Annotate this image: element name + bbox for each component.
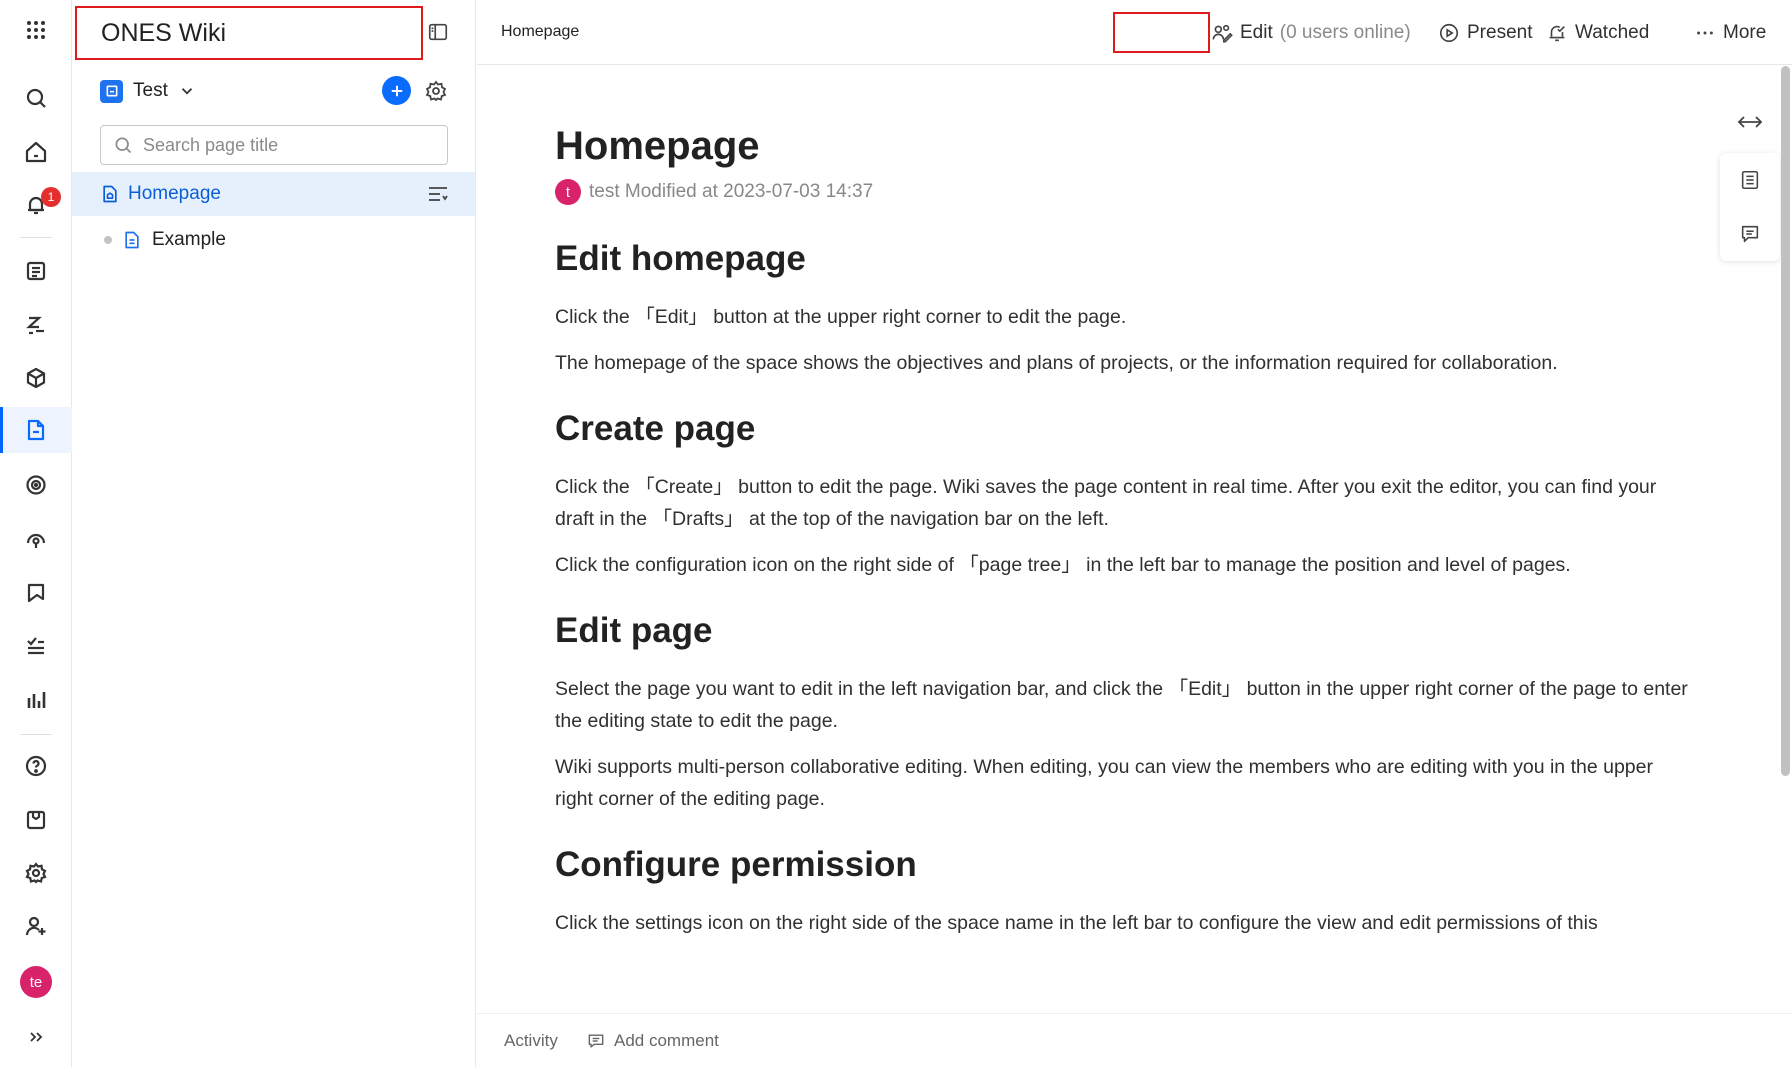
pipeline-icon[interactable] — [0, 570, 72, 616]
breadcrumb[interactable]: Homepage — [501, 23, 579, 41]
more-button[interactable]: More — [1694, 19, 1766, 47]
apps-grid-icon[interactable] — [0, 7, 72, 53]
paragraph: Click the 「Edit」 button at the upper rig… — [555, 306, 1127, 328]
comment-icon — [588, 1034, 604, 1048]
edit-label: Edit — [1240, 22, 1273, 43]
section-heading: Create page — [555, 409, 756, 448]
space-name: Test — [133, 80, 168, 101]
help-icon[interactable] — [0, 743, 72, 789]
project-icon[interactable] — [0, 248, 72, 294]
paragraph: Click the 「Create」 button to edit the pa… — [555, 476, 1657, 530]
collaborators-icon — [1212, 24, 1233, 43]
document-icon — [125, 231, 139, 249]
search-input[interactable] — [143, 134, 423, 156]
bell-icon[interactable]: 1 — [0, 182, 72, 228]
comments-icon[interactable] — [1739, 223, 1761, 245]
online-users-text: (0 users online) — [1279, 22, 1411, 43]
section-heading: Edit homepage — [555, 239, 806, 278]
checklist-icon[interactable] — [0, 623, 72, 669]
present-button[interactable]: Present — [1438, 19, 1532, 47]
highlight-box — [1113, 12, 1210, 53]
paragraph: Click the configuration icon on the righ… — [555, 554, 1571, 576]
wiki-icon[interactable] — [0, 407, 72, 453]
avatar: te — [20, 966, 52, 998]
modified-text: test Modified at 2023-07-03 14:37 — [589, 181, 874, 202]
play-icon — [1439, 23, 1459, 43]
add-comment-button[interactable]: Add comment — [586, 1031, 719, 1051]
tree-bullet — [104, 236, 112, 244]
more-label: More — [1723, 22, 1767, 43]
side-toolbar — [1720, 153, 1780, 261]
app-title: ONES Wiki — [75, 6, 423, 60]
expand-width-icon[interactable] — [1735, 110, 1765, 134]
watch-bell-icon — [1549, 25, 1565, 42]
rocket-icon[interactable] — [0, 516, 72, 562]
expand-icon[interactable] — [0, 1014, 72, 1060]
paragraph: Click the settings icon on the right sid… — [555, 912, 1598, 934]
table-of-contents-icon[interactable] — [1739, 169, 1761, 191]
page-meta: t test Modified at 2023-07-03 14:37 — [555, 179, 1695, 205]
content-scrollbar[interactable] — [1781, 66, 1790, 776]
doc-section: Edit page Select the page you want to ed… — [555, 611, 1695, 815]
doc-section: Edit homepage Click the 「Edit」 button at… — [555, 239, 1695, 379]
section-heading: Configure permission — [555, 845, 917, 884]
page-header: Homepage Edit (0 users online) Present W… — [477, 0, 1792, 65]
home-icon[interactable] — [0, 129, 72, 175]
author-avatar[interactable]: t — [555, 179, 581, 205]
paragraph: Wiki supports multi-person collaborative… — [555, 756, 1653, 810]
wiki-sidebar: ONES Wiki Test Homepage Example — [72, 0, 476, 1067]
doc-section: Configure permission Click the settings … — [555, 845, 1695, 939]
add-page-button[interactable] — [382, 76, 411, 105]
user-avatar[interactable]: te — [0, 959, 72, 1005]
watch-button[interactable]: Watched — [1546, 19, 1649, 47]
add-user-icon[interactable] — [0, 903, 72, 949]
inbox-icon[interactable] — [0, 797, 72, 843]
activity-tab[interactable]: Activity — [504, 1031, 558, 1051]
rail-divider — [20, 734, 52, 735]
more-dots-icon — [1697, 31, 1713, 35]
page-footer-bar: Activity Add comment — [477, 1013, 1792, 1067]
tree-item-homepage[interactable]: Homepage — [72, 172, 475, 216]
search-icon[interactable] — [0, 75, 72, 121]
test-case-icon[interactable] — [0, 302, 72, 348]
search-icon — [115, 137, 132, 154]
space-selector[interactable]: Test — [100, 76, 196, 106]
document-viewer[interactable]: Homepage t test Modified at 2023-07-03 1… — [477, 66, 1780, 1012]
chevron-down-icon — [181, 88, 192, 95]
space-icon — [100, 79, 123, 103]
present-label: Present — [1467, 22, 1533, 43]
add-comment-label: Add comment — [614, 1031, 719, 1050]
page-title: Homepage — [555, 124, 760, 168]
tree-item-example[interactable]: Example — [104, 226, 226, 254]
document-body: Homepage t test Modified at 2023-07-03 1… — [555, 124, 1695, 969]
paragraph: Select the page you want to edit in the … — [555, 678, 1688, 732]
cube-icon[interactable] — [0, 355, 72, 401]
analytics-icon[interactable] — [0, 677, 72, 723]
collapse-sidebar-icon[interactable] — [426, 20, 450, 44]
edit-button[interactable]: Edit (0 users online) — [1211, 19, 1411, 47]
watched-label: Watched — [1575, 22, 1650, 43]
target-icon[interactable] — [0, 462, 72, 508]
homepage-doc-icon — [103, 185, 117, 203]
doc-section: Create page Click the 「Create」 button to… — [555, 409, 1695, 581]
tree-item-label: Homepage — [128, 183, 221, 204]
settings-icon[interactable] — [0, 850, 72, 896]
rail-divider — [20, 237, 52, 238]
tree-item-label: Example — [152, 229, 226, 250]
section-heading: Edit page — [555, 611, 713, 650]
page-tree-config-icon[interactable] — [426, 182, 450, 206]
plus-icon — [391, 85, 402, 96]
notification-badge: 1 — [41, 187, 61, 207]
page-search — [100, 125, 448, 165]
space-settings-icon[interactable] — [424, 79, 448, 103]
paragraph: The homepage of the space shows the obje… — [555, 352, 1558, 374]
global-nav-rail: 1 te — [0, 0, 72, 1067]
